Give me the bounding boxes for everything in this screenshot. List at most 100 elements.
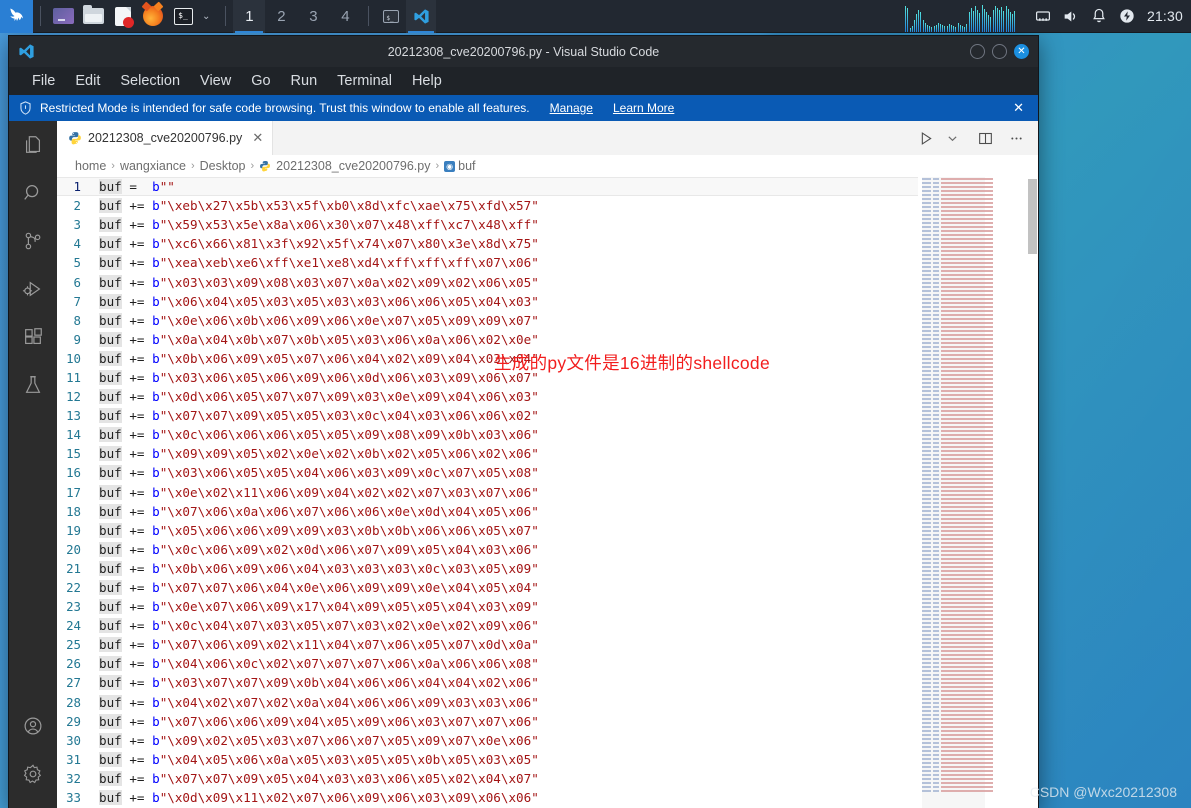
code-line[interactable]: 12 buf += b "\x0d\x06\x05\x07\x07\x09\x03\… [57,387,918,406]
network-icon[interactable] [1029,0,1057,33]
workspace-1[interactable]: 1 [233,0,266,33]
code-line[interactable]: 21 buf += b "\x0b\x06\x09\x06\x04\x03\x03\… [57,559,918,578]
code-line[interactable]: 1 buf = b "" [57,177,918,197]
code-line[interactable]: 19 buf += b "\x05\x06\x06\x09\x09\x03\x0b\… [57,521,918,540]
code-line[interactable]: 7 buf += b "\x06\x04\x05\x03\x05\x03\x03\x… [57,292,918,311]
code-line[interactable]: 20 buf += b "\x0c\x06\x09\x02\x0d\x06\x07\… [57,540,918,559]
code-line[interactable]: 29 buf += b "\x07\x06\x06\x09\x04\x05\x09\… [57,712,918,731]
run-options-chevron-icon[interactable] [940,121,964,155]
code-line[interactable]: 13 buf += b "\x07\x07\x09\x05\x05\x03\x0c\… [57,406,918,425]
code-line[interactable]: 5 buf += b "\xea\xeb\xe6\xff\xe1\xe8\xd4\x… [57,253,918,272]
code-line[interactable]: 31 buf += b "\x04\x05\x06\x0a\x05\x03\x05\… [57,750,918,769]
banner-close-icon[interactable]: ✕ [1009,100,1028,116]
token-variable: buf [99,179,122,195]
breadcrumb-item-file[interactable]: 20212308_cve20200796.py [276,159,430,173]
workspace-3[interactable]: 3 [297,0,329,33]
run-python-file-button[interactable] [914,121,938,155]
code-editor[interactable]: 1 buf = b "" 2 buf += b "\xeb\x27\x5b\x53\x5f… [57,177,1038,808]
kali-menu-icon[interactable] [0,0,33,33]
file-manager-icon[interactable] [78,0,108,33]
more-actions-button[interactable] [1004,121,1028,155]
minimap-segment [922,282,931,284]
window-button-terminal[interactable]: $_ [376,0,406,33]
tab-close-icon[interactable]: ✕ [252,130,263,146]
clock[interactable]: 21:30 [1141,8,1191,24]
code-line[interactable]: 30 buf += b "\x09\x02\x05\x03\x07\x06\x07\… [57,731,918,750]
code-line[interactable]: 27 buf += b "\x03\x07\x07\x09\x0b\x04\x06\… [57,673,918,692]
code-line[interactable]: 11 buf += b "\x03\x06\x05\x06\x09\x06\x0d\… [57,368,918,387]
testing-icon[interactable] [9,361,57,409]
visualizer-bar [1008,8,1010,32]
editor-scrollbar[interactable] [1027,177,1038,808]
visualizer-bar [930,26,932,32]
minimap-segment [922,634,931,636]
minimap-segment [933,702,939,704]
maximize-button[interactable] [992,44,1007,59]
code-line[interactable]: 23 buf += b "\x0e\x07\x06\x09\x17\x04\x09\… [57,597,918,616]
power-icon[interactable] [1113,0,1141,33]
code-lines-container[interactable]: 1 buf = b "" 2 buf += b "\xeb\x27\x5b\x53\x5f… [57,177,918,808]
code-line[interactable]: 14 buf += b "\x0c\x06\x06\x06\x05\x05\x09\… [57,425,918,444]
minimize-button[interactable] [970,44,985,59]
code-line[interactable]: 32 buf += b "\x07\x07\x09\x05\x04\x03\x03\… [57,769,918,788]
code-line[interactable]: 3 buf += b "\x59\x53\x5e\x8a\x06\x30\x07\x… [57,215,918,234]
menu-terminal[interactable]: Terminal [328,70,401,92]
manage-link[interactable]: Manage [550,101,593,115]
code-line[interactable]: 25 buf += b "\x07\x06\x09\x02\x11\x04\x07\… [57,635,918,654]
volume-icon[interactable] [1057,0,1085,33]
code-line[interactable]: 4 buf += b "\xc6\x66\x81\x3f\x92\x5f\x74\x… [57,234,918,253]
code-line[interactable]: 22 buf += b "\x07\x07\x06\x04\x0e\x06\x09\… [57,578,918,597]
code-line[interactable]: 8 buf += b "\x0e\x06\x0b\x06\x09\x06\x0e\x… [57,311,918,330]
extensions-icon[interactable] [9,313,57,361]
explorer-icon[interactable] [9,121,57,169]
firefox-icon[interactable] [138,0,168,33]
minimap-segment [941,362,993,364]
code-line[interactable]: 6 buf += b "\x03\x03\x09\x08\x03\x07\x0a\x… [57,272,918,291]
code-line[interactable]: 10 buf += b "\x0b\x06\x09\x05\x07\x06\x04\… [57,349,918,368]
minimap-segment [941,618,993,620]
split-editor-button[interactable] [973,121,997,155]
window-button-vscode[interactable] [406,0,437,33]
code-line[interactable]: 28 buf += b "\x04\x02\x07\x02\x0a\x04\x06\… [57,693,918,712]
menu-selection[interactable]: Selection [111,70,189,92]
minimap-segment [922,686,931,688]
code-line[interactable]: 24 buf += b "\x0c\x04\x07\x03\x05\x07\x03\… [57,616,918,635]
menu-file[interactable]: File [23,70,64,92]
breadcrumb-symbol-buf[interactable]: ◉ buf [444,159,476,173]
scrollbar-thumb[interactable] [1028,179,1037,254]
breadcrumb-item-wangxiance[interactable]: wangxiance [120,159,186,173]
code-line[interactable]: 9 buf += b "\x0a\x04\x0b\x07\x0b\x05\x03\x… [57,330,918,349]
learn-more-link[interactable]: Learn More [613,101,674,115]
menu-view[interactable]: View [191,70,240,92]
settings-gear-icon[interactable] [9,750,57,798]
code-line[interactable]: 26 buf += b "\x04\x06\x0c\x02\x07\x07\x07\… [57,654,918,673]
code-line[interactable]: 33 buf += b "\x0d\x09\x11\x02\x07\x06\x09\… [57,788,918,807]
visualizer-bar [1013,10,1015,32]
source-control-icon[interactable] [9,217,57,265]
minimap-segment [933,346,939,348]
code-line[interactable]: 2 buf += b "\xeb\x27\x5b\x53\x5f\xb0\x8d\x… [57,196,918,215]
code-line[interactable]: 17 buf += b "\x0e\x02\x11\x06\x09\x04\x02\… [57,483,918,502]
account-icon[interactable] [9,702,57,750]
close-button[interactable]: ✕ [1014,44,1029,59]
text-editor-icon[interactable] [108,0,138,33]
code-line[interactable]: 16 buf += b "\x03\x06\x05\x05\x04\x06\x03\… [57,463,918,482]
workspace-4[interactable]: 4 [329,0,361,33]
run-and-debug-icon[interactable] [9,265,57,313]
workspace-2[interactable]: 2 [265,0,297,33]
minimap[interactable] [918,177,1038,808]
app-switcher-icon[interactable] [48,0,78,33]
notification-bell-icon[interactable] [1085,0,1113,33]
terminal-icon[interactable]: $_ [168,0,198,33]
code-line[interactable]: 15 buf += b "\x09\x09\x05\x02\x0e\x02\x0b\… [57,444,918,463]
menu-go[interactable]: Go [242,70,279,92]
code-line[interactable]: 18 buf += b "\x07\x06\x0a\x06\x07\x06\x06\… [57,502,918,521]
tab-python-file[interactable]: 20212308_cve20200796.py ✕ [57,121,274,155]
menu-edit[interactable]: Edit [66,70,109,92]
menu-help[interactable]: Help [403,70,451,92]
search-icon[interactable] [9,169,57,217]
menu-run[interactable]: Run [282,70,327,92]
chevron-down-icon[interactable]: ⌄ [198,11,218,22]
breadcrumb-item-home[interactable]: home [75,159,106,173]
breadcrumb-item-desktop[interactable]: Desktop [200,159,246,173]
